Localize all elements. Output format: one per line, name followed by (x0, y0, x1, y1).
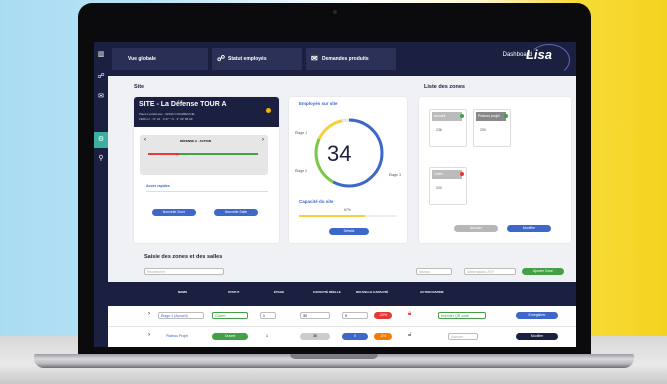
site-coords: 1969 m² · N° 24 · 0 27 ° N · 4° 09' 58.0… (139, 117, 193, 121)
site-card: SITE - La Défense TOUR A Place La Défens… (134, 97, 279, 243)
zone-name: Plateau projet (476, 112, 506, 121)
capacity-pct: 67% (344, 208, 352, 212)
zones-heading: Liste des zones (424, 84, 465, 90)
status-dot (266, 108, 271, 113)
employees-icon[interactable]: ☍ (96, 72, 106, 82)
employees-title: Employés sur site (299, 101, 338, 106)
tab-overview[interactable]: Vue globale (112, 48, 208, 70)
zone-card-accueil[interactable]: Accueil 236 (429, 109, 467, 147)
staff-icon: ☍ (217, 54, 226, 63)
settings-icon[interactable]: ⚙ (94, 132, 108, 148)
col-capacity: CAPACITÉ RÉELLE (313, 290, 341, 294)
edit-row-button[interactable]: Modifier (516, 333, 558, 340)
site-heading: Site (134, 84, 145, 90)
row-capacity[interactable]: 30 (300, 312, 330, 319)
new-room-button[interactable]: Nouvelle Salle (214, 209, 258, 216)
col-status: STATUT (228, 290, 240, 294)
lock-icon[interactable]: 🔒︎ (408, 311, 411, 318)
row-new-capacity: 0 (342, 333, 368, 340)
camera-icon (333, 10, 337, 14)
capacity-fill (299, 215, 365, 217)
row-delta: -20% (374, 312, 392, 319)
edit-button[interactable]: Modifier (507, 225, 551, 232)
site-selector[interactable]: ‹ › DÉFENSE A · ACTION (140, 135, 268, 175)
sidebar: ▥ ☍ ✉ ⚙ ⚲ (94, 42, 108, 347)
logo-arc (528, 44, 570, 76)
row-delta: -5% (374, 333, 392, 340)
new-zone-button[interactable]: Nouvelle Zone (152, 209, 196, 216)
zone-value: 236 (436, 128, 442, 132)
row-new-capacity[interactable]: 5 (342, 312, 368, 319)
zone-name: Accueil (432, 112, 462, 121)
divider (146, 191, 268, 192)
floor1-label: Étage 1 (295, 131, 308, 135)
zone-status (460, 114, 464, 118)
quick-access-label: Accès rapides (146, 184, 170, 188)
col-names: NOMS (178, 290, 187, 294)
zone-card-cafes[interactable]: Cafés 200 (429, 167, 467, 205)
col-floor: ÉTAGE (274, 290, 285, 294)
zone-status (504, 114, 508, 118)
app-screen: ▥ ☍ ✉ ⚙ ⚲ Vue globale ☍ Statut employés ✉… (94, 42, 576, 347)
zone-name: Cafés (432, 170, 462, 179)
search-icon[interactable]: ⚲ (96, 154, 106, 164)
save-button[interactable]: Enregistrer (516, 312, 558, 319)
site-header: SITE - La Défense TOUR A Place La Défens… (134, 97, 279, 127)
chart-icon[interactable]: ▥ (96, 50, 106, 60)
tab-requests[interactable]: ✉ Demandes produits (306, 48, 396, 70)
lock-open-icon[interactable]: 🔓︎ (408, 332, 412, 339)
row-floor: 1 (266, 334, 268, 338)
products-icon[interactable]: ✉ (96, 92, 106, 102)
floor2-label: Étage 2 (295, 169, 308, 173)
table-heading: Saisie des zones et des salles (144, 254, 223, 260)
zone-value: 200 (436, 186, 442, 190)
row-floor[interactable]: 1 (260, 312, 276, 319)
products-icon: ✉ (311, 54, 318, 63)
selector-timeline (148, 153, 258, 155)
expand-icon[interactable]: › (148, 332, 150, 338)
employees-card: Employés sur site 34 Étage 1 Étage 2 Éta… (289, 97, 407, 243)
tab-staff[interactable]: ☍ Statut employés (212, 48, 302, 70)
import-qr-button[interactable]: Importer QR code (438, 312, 486, 319)
row-status[interactable]: Ouvert (212, 312, 248, 319)
filter-power[interactable]: Alimentation ZSY (464, 268, 516, 275)
site-name: SITE - La Défense TOUR A (139, 101, 227, 108)
laptop-notch (290, 354, 378, 359)
col-action: ACTION RAPIDE (420, 290, 444, 294)
zone-card-plateau[interactable]: Plateau projet 250 (473, 109, 511, 147)
row-name[interactable]: Étage 1 (Accueil) (158, 312, 204, 319)
zones-card: Accueil 236 Plateau projet 250 Cafés 200 An… (419, 97, 571, 243)
capacity-bar (299, 215, 397, 217)
cancel-row-button[interactable]: Annuler (448, 333, 478, 340)
capacity-title: Capacité du site (299, 199, 334, 204)
search-input[interactable]: Rechercher (144, 268, 224, 275)
next-icon[interactable]: › (262, 137, 264, 143)
row-name: Plateau Projet (166, 334, 188, 338)
top-bar: Vue globale ☍ Statut employés ✉ Demandes p… (108, 42, 576, 76)
table-row[interactable]: › Plateau Projet Ouvert 1 30 0 -5% 🔓︎ An… (108, 327, 576, 347)
row-status: Ouvert (212, 333, 248, 340)
selector-label: DÉFENSE A · ACTION (180, 139, 212, 143)
site-address: Place La Défense · 92100 COURBEVOIE (139, 112, 195, 116)
expand-icon[interactable]: › (148, 311, 150, 317)
table-header: NOMS STATUT ÉTAGE CAPACITÉ RÉELLE NOUVEL… (108, 282, 576, 306)
table-row[interactable]: › Étage 1 (Accueil) Ouvert 1 30 5 -20% 🔒… (108, 306, 576, 327)
employee-count: 34 (327, 141, 352, 166)
cancel-button[interactable]: Annuler (454, 225, 498, 232)
zone-value: 250 (480, 128, 486, 132)
prev-icon[interactable]: ‹ (144, 137, 146, 143)
col-new-capacity: NOUVELLE CAPACITÉ (356, 290, 389, 294)
zone-status (460, 172, 464, 176)
floor3-label: Étage 3 (388, 173, 401, 177)
add-zone-button[interactable]: Ajouter Zone (522, 268, 564, 275)
filter-level[interactable]: Niveau (416, 268, 452, 275)
details-button[interactable]: Détails (329, 228, 369, 235)
row-capacity: 30 (300, 333, 330, 340)
